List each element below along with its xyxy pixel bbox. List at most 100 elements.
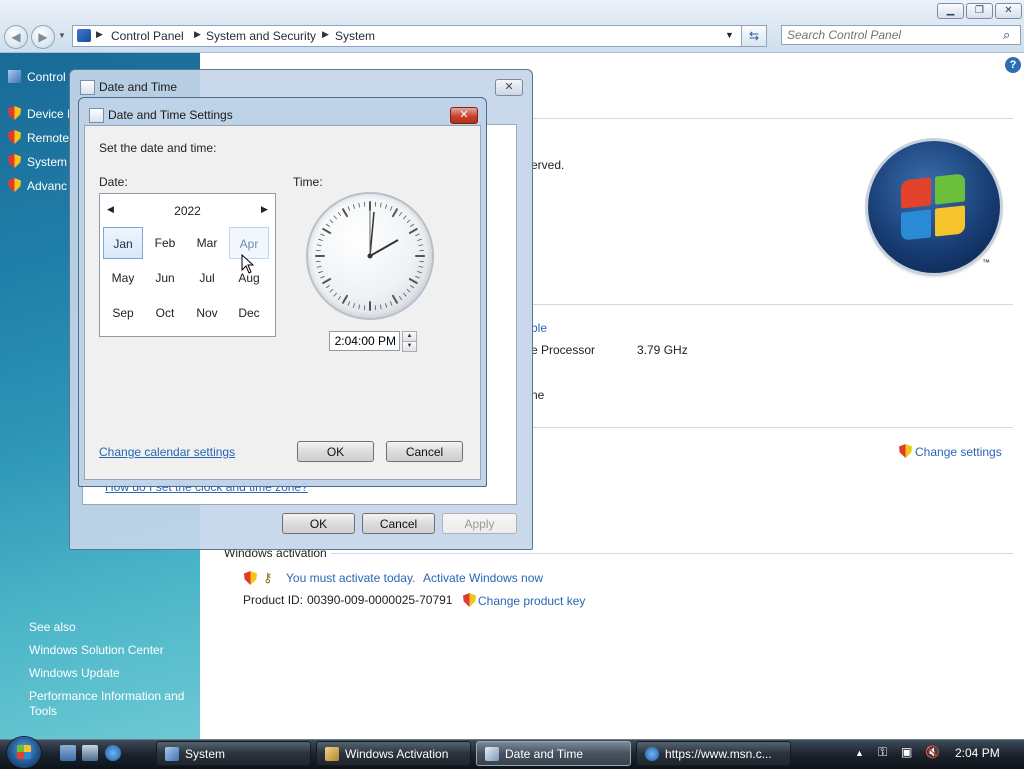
sidebar-item-control-panel-home[interactable]: Control: [8, 70, 66, 84]
change-product-key-link[interactable]: Change product key: [463, 593, 585, 608]
breadcrumb-system[interactable]: System: [335, 29, 375, 43]
month-feb[interactable]: Feb: [145, 227, 185, 259]
clock-minute-tick: [418, 239, 422, 240]
clock-hour-tick: [323, 279, 330, 283]
switch-windows-icon[interactable]: [82, 745, 98, 761]
sidebar-item-advanced-settings[interactable]: Advanc: [8, 178, 67, 193]
apply-button[interactable]: Apply: [442, 513, 517, 534]
change-settings-link[interactable]: Change settings: [899, 444, 1002, 459]
taskbar-item-internet-explorer[interactable]: https://www.msn.c...: [636, 741, 791, 766]
recent-pages-chevron-icon[interactable]: ▼: [58, 31, 66, 40]
link-windows-solution-center[interactable]: Windows Solution Center: [29, 643, 164, 657]
time-field[interactable]: [329, 331, 400, 351]
breadcrumb-separator-icon[interactable]: ▶: [96, 29, 103, 40]
activate-windows-link[interactable]: Activate Windows now: [423, 571, 543, 585]
clock-minute-tick: [338, 296, 340, 299]
flag-red-quadrant: [901, 177, 931, 208]
uac-shield-icon: [463, 593, 476, 607]
see-also-header: See also: [29, 620, 76, 634]
calendar-year-header[interactable]: 2022: [100, 204, 275, 218]
next-year-arrow-icon[interactable]: ▶: [261, 204, 268, 215]
taskbar-item-label: Windows Activation: [345, 747, 448, 761]
address-dropdown-icon[interactable]: ▼: [725, 30, 734, 40]
link-performance-information[interactable]: Performance Information and: [29, 689, 184, 703]
search-icon[interactable]: ⌕: [1003, 27, 1010, 43]
sidebar-item-system-protection[interactable]: System: [8, 154, 67, 169]
link-windows-update[interactable]: Windows Update: [29, 666, 120, 680]
clock-minute-tick: [326, 285, 329, 287]
address-bar[interactable]: ▶ Control Panel ▶ System and Security ▶ …: [72, 25, 742, 47]
month-mar[interactable]: Mar: [187, 227, 227, 259]
month-jan[interactable]: Jan: [103, 227, 143, 259]
ok-button[interactable]: OK: [297, 441, 374, 462]
search-input[interactable]: [781, 25, 1021, 45]
taskbar-item-date-and-time[interactable]: Date and Time: [476, 741, 631, 766]
change-calendar-settings-link[interactable]: Change calendar settings: [99, 445, 235, 459]
close-button[interactable]: ✕: [995, 3, 1022, 19]
month-dec[interactable]: Dec: [229, 297, 269, 329]
refresh-icon: ⇆: [749, 29, 759, 43]
dialog-title: Date and Time Settings: [108, 108, 233, 122]
clock-minute-tick: [403, 216, 406, 219]
change-settings-label: Change settings: [915, 445, 1002, 459]
hour-hand: [370, 240, 398, 256]
sidebar-item-label: Remote: [27, 131, 69, 145]
copyright-text: erved.: [531, 158, 564, 172]
breadcrumb-control-panel[interactable]: Control Panel: [111, 29, 184, 43]
ok-button[interactable]: OK: [282, 513, 355, 534]
month-sep[interactable]: Sep: [103, 297, 143, 329]
breadcrumb-separator-icon[interactable]: ▶: [194, 29, 201, 40]
breadcrumb-separator-icon[interactable]: ▶: [322, 29, 329, 40]
taskbar-item-system[interactable]: System: [156, 741, 311, 766]
clock-face: [308, 194, 432, 318]
show-hidden-icons-chevron-icon[interactable]: ▲: [855, 748, 864, 758]
month-nov[interactable]: Nov: [187, 297, 227, 329]
month-oct[interactable]: Oct: [145, 297, 185, 329]
product-id-value: 00390-009-0000025-70791: [307, 593, 452, 607]
month-jun[interactable]: Jun: [145, 262, 185, 294]
volume-muted-icon[interactable]: 🔇: [925, 745, 940, 759]
minimize-button[interactable]: ▁: [937, 3, 964, 19]
back-button[interactable]: ◀: [4, 25, 28, 49]
month-may[interactable]: May: [103, 262, 143, 294]
activation-shield-icon: [244, 571, 263, 586]
cancel-button[interactable]: Cancel: [386, 441, 463, 462]
taskbar-clock[interactable]: 2:04 PM: [955, 746, 1000, 760]
rating-link[interactable]: ble: [531, 321, 547, 335]
start-button[interactable]: [7, 737, 41, 768]
section-divider: [331, 553, 1013, 554]
taskbar-item-label: https://www.msn.c...: [665, 747, 772, 761]
clock-minute-tick: [317, 245, 321, 246]
internet-explorer-icon: [645, 747, 659, 761]
network-tray-icon[interactable]: ▣: [901, 745, 912, 759]
clock-minute-tick: [407, 289, 410, 292]
internet-explorer-icon[interactable]: [105, 745, 121, 761]
link-performance-information-tools[interactable]: Tools: [29, 704, 57, 718]
month-jul[interactable]: Jul: [187, 262, 227, 294]
breadcrumb-system-and-security[interactable]: System and Security: [206, 29, 316, 43]
close-button[interactable]: ✕: [450, 107, 478, 124]
close-button[interactable]: ✕: [495, 79, 523, 96]
sidebar-item-label: System: [27, 155, 67, 169]
clock-minute-tick: [399, 212, 401, 215]
system-icon: [165, 747, 179, 761]
clock-minute-tick: [399, 296, 401, 299]
clock-minute-tick: [385, 304, 386, 308]
forward-button[interactable]: ▶: [31, 25, 55, 49]
help-icon[interactable]: ?: [1005, 57, 1021, 73]
clock-minute-tick: [348, 302, 350, 306]
taskbar-item-windows-activation[interactable]: Windows Activation: [316, 741, 471, 766]
clock-minute-tick: [330, 220, 333, 223]
cancel-button[interactable]: Cancel: [362, 513, 435, 534]
maximize-button[interactable]: ❐: [966, 3, 993, 19]
sidebar-item-device-manager[interactable]: Device I: [8, 106, 70, 121]
clock-minute-tick: [319, 239, 323, 240]
clock-minute-tick: [390, 302, 392, 306]
sidebar-item-remote-settings[interactable]: Remote: [8, 130, 69, 145]
refresh-button[interactable]: ⇆: [741, 25, 767, 47]
time-spin-down-button[interactable]: ▼: [402, 341, 417, 352]
taskbar-item-label: System: [185, 747, 225, 761]
arrow-down-icon: ▼: [407, 343, 413, 349]
security-tray-icon[interactable]: ⚿: [878, 745, 887, 760]
show-desktop-icon[interactable]: [60, 745, 76, 761]
